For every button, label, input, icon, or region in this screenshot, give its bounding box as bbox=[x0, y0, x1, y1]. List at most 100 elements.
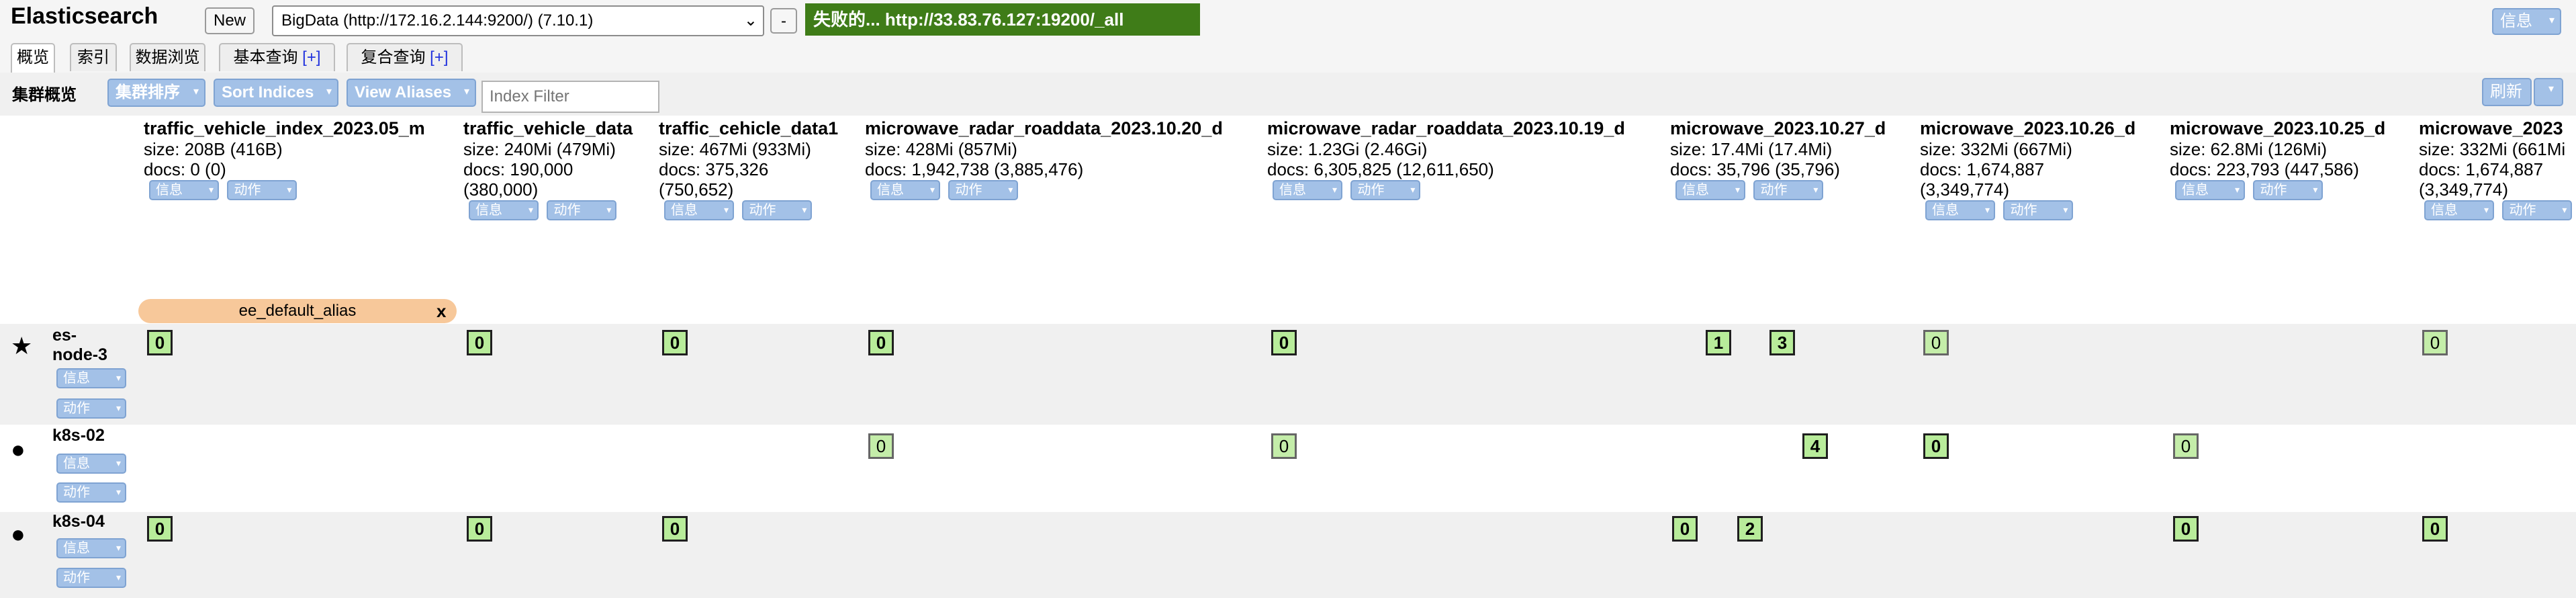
node-info-button[interactable]: 信息 ▾ bbox=[56, 368, 126, 388]
shard-box[interactable]: 0 bbox=[662, 330, 688, 355]
refresh-interval-button[interactable]: ▾ bbox=[2534, 78, 2563, 106]
alias-badge[interactable]: ee_default_alias bbox=[138, 299, 457, 323]
shard-box[interactable]: 2 bbox=[1737, 516, 1763, 542]
index-info-button[interactable]: 信息 ▾ bbox=[1273, 180, 1342, 200]
sort-indices-button[interactable]: Sort Indices ▾ bbox=[214, 79, 338, 107]
index-action-button[interactable]: 动作 ▾ bbox=[2253, 180, 2324, 200]
index-name: microwave_2023.10.25_d bbox=[2170, 118, 2386, 138]
caret-down-icon: ▾ bbox=[1410, 184, 1416, 195]
shard-box[interactable]: 1 bbox=[1706, 330, 1731, 355]
index-info-button[interactable]: 信息 ▾ bbox=[1925, 200, 1995, 220]
tab-indices[interactable]: 索引 bbox=[70, 43, 117, 71]
index-buttons: 信息 ▾ 动作 ▾ bbox=[1267, 180, 1625, 200]
button-label: 信息 bbox=[63, 456, 90, 471]
index-name: microwave_radar_roaddata_2023.10.19_d bbox=[1267, 118, 1625, 138]
shard-box[interactable]: 0 bbox=[1923, 330, 1949, 355]
index-action-button[interactable]: 动作 ▾ bbox=[547, 200, 617, 220]
shard-box[interactable]: 0 bbox=[2173, 433, 2199, 459]
index-info-button[interactable]: 信息 ▾ bbox=[2175, 180, 2245, 200]
index-action-button[interactable]: 动作 ▾ bbox=[742, 200, 813, 220]
index-info-button[interactable]: 信息 ▾ bbox=[664, 200, 734, 220]
caret-down-icon: ▾ bbox=[528, 204, 533, 215]
index-info-button[interactable]: 信息 ▾ bbox=[469, 200, 539, 220]
info-menu-label: 信息 bbox=[2500, 12, 2532, 30]
refresh-button[interactable]: 刷新 bbox=[2482, 78, 2532, 106]
index-header: microwave_2023.10.27_d size: 17.4Mi (17.… bbox=[1670, 118, 1886, 200]
button-label: 信息 bbox=[671, 203, 698, 218]
shard-box[interactable]: 4 bbox=[1802, 433, 1828, 459]
index-docs: docs: 0 (0) bbox=[144, 159, 226, 179]
index-header: microwave_2023.10.26_d size: 332Mi (667M… bbox=[1920, 118, 2135, 220]
button-label: 信息 bbox=[2431, 203, 2458, 218]
node-action-button[interactable]: 动作 ▾ bbox=[56, 482, 126, 503]
cluster-overview-title: 集群概览 bbox=[12, 86, 77, 104]
shard-box[interactable]: 0 bbox=[1271, 433, 1297, 459]
index-info-button[interactable]: 信息 ▾ bbox=[149, 180, 219, 200]
index-header: microwave_radar_roaddata_2023.10.20_d si… bbox=[865, 118, 1223, 200]
caret-down-icon: ▾ bbox=[2562, 204, 2567, 215]
button-label: 动作 bbox=[63, 485, 90, 500]
tab-overview[interactable]: 概览 bbox=[11, 43, 55, 74]
button-label: 信息 bbox=[1682, 183, 1709, 198]
index-info-button[interactable]: 信息 ▾ bbox=[1675, 180, 1745, 200]
tab-browser[interactable]: 数据浏览 bbox=[130, 43, 205, 71]
shard-box[interactable]: 0 bbox=[1271, 330, 1297, 355]
index-header: microwave_2023.10.25_d size: 62.8Mi (126… bbox=[2170, 118, 2385, 200]
shard-box[interactable]: 3 bbox=[1769, 330, 1795, 355]
button-label: 信息 bbox=[1279, 183, 1306, 198]
index-size: size: 467Mi (933Mi) bbox=[659, 139, 811, 159]
cluster-url-select[interactable]: BigData (http://172.16.2.144:9200/) (7.1… bbox=[272, 5, 764, 36]
node-info-button[interactable]: 信息 ▾ bbox=[56, 538, 126, 558]
sort-cluster-button[interactable]: 集群排序 ▾ bbox=[107, 79, 205, 107]
shard-box[interactable]: 0 bbox=[868, 330, 894, 355]
shard-box[interactable]: 0 bbox=[662, 516, 688, 542]
index-action-button[interactable]: 动作 ▾ bbox=[2502, 200, 2573, 220]
shard-box[interactable]: 0 bbox=[1672, 516, 1698, 542]
index-name: microwave_2023 bbox=[2419, 118, 2563, 138]
caret-down-icon: ▾ bbox=[2548, 15, 2555, 26]
shard-box[interactable]: 0 bbox=[1923, 433, 1949, 459]
caret-down-icon: ▾ bbox=[287, 184, 292, 195]
button-label: 信息 bbox=[63, 541, 90, 556]
index-header: traffic_vehicle_index_2023.05_m size: 20… bbox=[144, 118, 425, 200]
shard-box[interactable]: 0 bbox=[2173, 516, 2199, 542]
index-info-button[interactable]: 信息 ▾ bbox=[2424, 200, 2494, 220]
index-docs-total: (3,349,774) bbox=[1920, 179, 2009, 200]
button-label: 动作 bbox=[63, 570, 90, 585]
shard-box[interactable]: 0 bbox=[2422, 516, 2448, 542]
tab-label: 复合查询 bbox=[361, 48, 426, 67]
shard-box[interactable]: 0 bbox=[868, 433, 894, 459]
button-label: 动作 bbox=[955, 183, 982, 198]
index-action-button[interactable]: 动作 ▾ bbox=[227, 180, 297, 200]
index-info-button[interactable]: 信息 ▾ bbox=[870, 180, 940, 200]
caret-down-icon: ▾ bbox=[1332, 184, 1337, 195]
index-action-button[interactable]: 动作 ▾ bbox=[1350, 180, 1421, 200]
index-action-button[interactable]: 动作 ▾ bbox=[1753, 180, 1824, 200]
disconnect-button[interactable]: - bbox=[770, 8, 797, 34]
shard-box[interactable]: 0 bbox=[147, 330, 173, 355]
caret-down-icon: ▾ bbox=[116, 572, 121, 583]
caret-down-icon: ▾ bbox=[193, 86, 199, 97]
caret-down-icon: ▾ bbox=[2234, 184, 2240, 195]
info-menu-button[interactable]: 信息 ▾ bbox=[2492, 8, 2561, 35]
tab-basic-query[interactable]: 基本查询 [+] bbox=[219, 43, 335, 71]
shard-box[interactable]: 0 bbox=[467, 516, 492, 542]
new-connection-button[interactable]: New bbox=[205, 7, 255, 34]
shard-box[interactable]: 0 bbox=[467, 330, 492, 355]
index-action-button[interactable]: 动作 ▾ bbox=[2003, 200, 2074, 220]
index-buttons: 信息 ▾ 动作 ▾ bbox=[1920, 200, 2135, 220]
shard-box[interactable]: 0 bbox=[147, 516, 173, 542]
node-info-button[interactable]: 信息 ▾ bbox=[56, 454, 126, 474]
caret-down-icon: ▾ bbox=[1813, 184, 1819, 195]
index-filter-input[interactable] bbox=[481, 81, 659, 113]
alias-remove-icon[interactable]: x bbox=[436, 299, 446, 323]
node-name-line: k8s-02 bbox=[52, 426, 105, 445]
index-action-button[interactable]: 动作 ▾ bbox=[948, 180, 1019, 200]
tab-compound-query[interactable]: 复合查询 [+] bbox=[347, 43, 463, 71]
node-action-button[interactable]: 动作 ▾ bbox=[56, 398, 126, 419]
node-action-button[interactable]: 动作 ▾ bbox=[56, 568, 126, 588]
shard-box[interactable]: 0 bbox=[2422, 330, 2448, 355]
index-name: microwave_2023.10.26_d bbox=[1920, 118, 2136, 138]
view-aliases-button[interactable]: View Aliases ▾ bbox=[347, 79, 476, 107]
caret-down-icon: ▾ bbox=[1735, 184, 1740, 195]
